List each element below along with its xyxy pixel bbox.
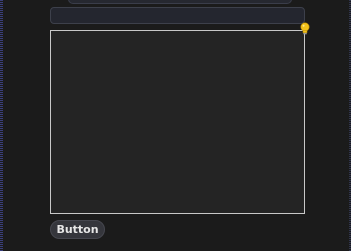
button[interactable]: Button xyxy=(50,220,105,239)
text-input[interactable] xyxy=(50,7,305,24)
lightbulb-icon xyxy=(300,22,310,35)
partially-visible-top-element xyxy=(68,0,292,4)
text-area[interactable] xyxy=(50,30,305,214)
left-window-edge xyxy=(0,0,3,251)
app-window: Button xyxy=(0,0,351,251)
